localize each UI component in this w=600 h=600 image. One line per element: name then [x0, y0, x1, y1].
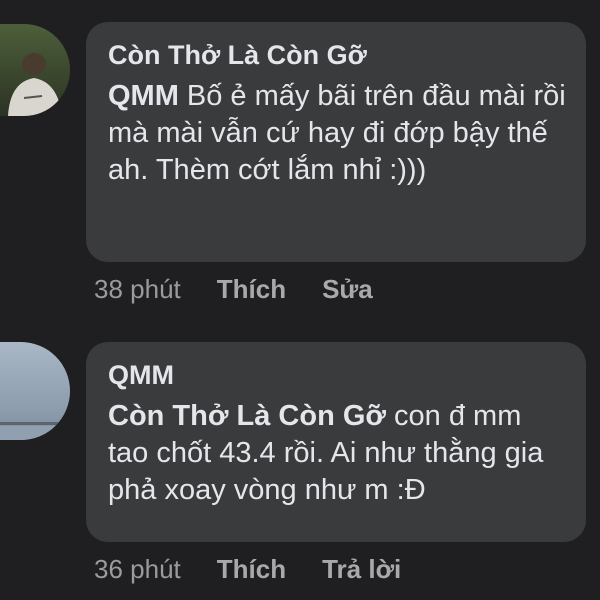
comment-bubble: QMM Còn Thở Là Còn Gỡ con đ mm tao chốt 4…: [86, 342, 586, 542]
comment-item: QMM Còn Thở Là Còn Gỡ con đ mm tao chốt 4…: [0, 320, 600, 600]
comment-author[interactable]: QMM: [108, 358, 566, 392]
avatar-photo-icon: [0, 24, 70, 116]
comment-item: Còn Thở Là Còn Gỡ QMM Bố ẻ mấy bãi trên đ…: [0, 0, 600, 320]
comment-timestamp: 38 phút: [94, 274, 181, 304]
comment-timestamp: 36 phút: [94, 554, 181, 584]
comment-actions: 38 phút Thích Sửa: [94, 274, 409, 305]
edit-button[interactable]: Sửa: [322, 274, 373, 305]
like-button[interactable]: Thích: [217, 554, 286, 585]
mention-tag[interactable]: QMM: [108, 80, 179, 112]
like-button[interactable]: Thích: [217, 274, 286, 305]
mention-tag[interactable]: Còn Thở Là Còn Gỡ: [108, 400, 386, 432]
comment-author[interactable]: Còn Thở Là Còn Gỡ: [108, 38, 566, 72]
avatar-photo-icon: [0, 342, 70, 440]
comment-bubble: Còn Thở Là Còn Gỡ QMM Bố ẻ mấy bãi trên đ…: [86, 22, 586, 262]
comment-body: Còn Thở Là Còn Gỡ con đ mm tao chốt 43.4 …: [108, 398, 566, 509]
comment-thread: Còn Thở Là Còn Gỡ QMM Bố ẻ mấy bãi trên đ…: [0, 0, 600, 600]
avatar[interactable]: [0, 24, 70, 116]
comment-actions: 36 phút Thích Trả lời: [94, 554, 437, 585]
reply-button[interactable]: Trả lời: [322, 554, 401, 585]
comment-body: QMM Bố ẻ mấy bãi trên đầu mài rồi mà mài …: [108, 78, 566, 189]
avatar[interactable]: [0, 342, 70, 440]
